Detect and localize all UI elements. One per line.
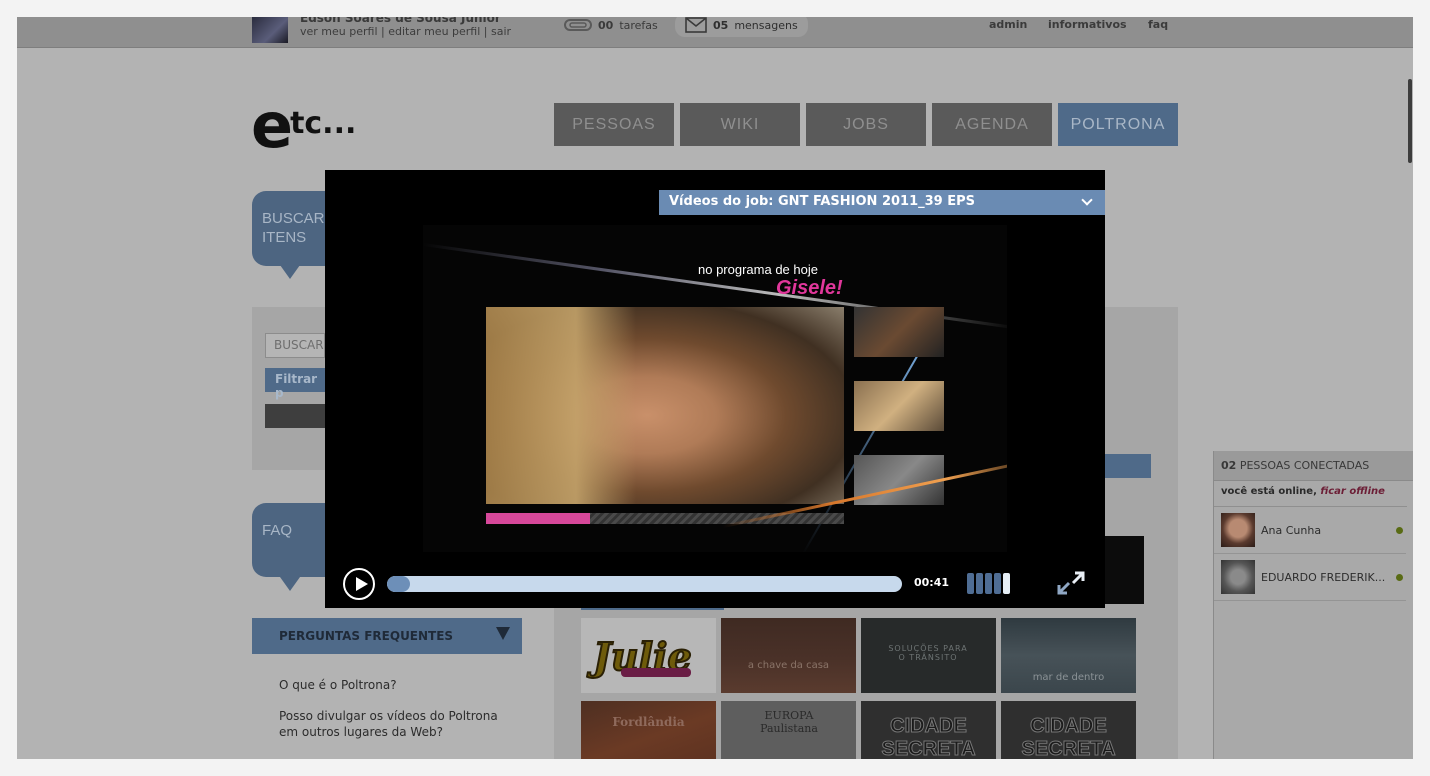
online-count: 02 <box>1221 459 1237 472</box>
top-link-faq[interactable]: faq <box>1148 18 1168 31</box>
player-controls: 00:41 <box>325 565 1105 601</box>
video-thumbnail[interactable]: a chave da casa <box>721 618 856 693</box>
video-thumbnail[interactable]: Fordlândia <box>581 701 716 759</box>
tasks-label: tarefas <box>619 18 658 32</box>
julie-logo: Julie <box>586 633 693 680</box>
thumbnail-label: mar de dentro <box>1032 672 1105 683</box>
video-thumbnail[interactable]: Julie <box>581 618 716 693</box>
user-links[interactable]: ver meu perfil | editar meu perfil | sai… <box>300 25 511 38</box>
site-logo[interactable]: etc... <box>251 95 356 157</box>
online-person[interactable]: EDUARDO FREDERIK... <box>1214 554 1406 601</box>
video-inner-progress-fill <box>486 513 590 524</box>
search-bubble-tail <box>280 265 300 279</box>
online-label: PESSOAS CONECTADAS <box>1239 459 1370 472</box>
faq-header[interactable]: PERGUNTAS FREQUENTES <box>252 618 522 654</box>
search-submit-bar[interactable] <box>265 404 325 428</box>
search-bubble: BUSCAR ITENS <box>252 191 332 266</box>
search-input[interactable]: BUSCAR <box>265 333 325 358</box>
nav-poltrona[interactable]: POLTRONA <box>1058 103 1178 146</box>
paperclip-icon <box>564 19 592 31</box>
search-bubble-line1: BUSCAR <box>262 210 325 227</box>
tasks-counter[interactable]: 00 tarefas <box>564 18 658 32</box>
video-thumbnail[interactable]: EUROPA Paulistana <box>721 701 856 759</box>
online-dot-icon <box>1396 574 1403 581</box>
search-bubble-line2: ITENS <box>262 229 307 246</box>
video-thumbnail[interactable]: CIDADE SECRETA <box>1001 701 1136 759</box>
thumbnail-label: EUROPA Paulistana <box>760 709 818 735</box>
thumbnail-label: CIDADE SECRETA <box>881 715 976 760</box>
logo-letter-e: e <box>251 89 293 162</box>
avatar <box>1221 560 1255 594</box>
user-avatar[interactable] <box>252 17 288 43</box>
triangle-down-icon[interactable] <box>496 627 510 640</box>
person-name: EDUARDO FREDERIK... <box>1261 570 1386 584</box>
faq-item[interactable]: O que é o Poltrona? <box>279 677 499 693</box>
thumbnail-label: a chave da casa <box>747 660 830 671</box>
avatar <box>1221 513 1255 547</box>
faq-item[interactable]: Posso divulgar os vídeos do Poltrona em … <box>279 708 499 740</box>
browser-viewport: Edson Soares de Sousa Junior ver meu per… <box>17 17 1413 759</box>
seek-bar[interactable] <box>387 576 902 592</box>
video-main-image-detail <box>486 307 636 504</box>
volume-bar[interactable] <box>1003 573 1010 594</box>
video-thumbnail[interactable]: SOLUÇÕES PARA O TRÂNSITO <box>861 618 996 693</box>
video-thumbnail[interactable]: mar de dentro <box>1001 618 1136 693</box>
messages-count: 05 <box>713 18 729 32</box>
video-inner-progress <box>486 513 844 524</box>
filter-bar[interactable]: Filtrar p <box>265 368 325 400</box>
video-list-title: Vídeos do job: GNT FASHION 2011_39 EPS <box>669 194 976 209</box>
top-link-admin[interactable]: admin <box>989 18 1027 31</box>
nav-pessoas[interactable]: PESSOAS <box>554 103 674 146</box>
video-inset-thumbnail <box>854 381 944 431</box>
thumbnail-label: Fordlândia <box>612 715 685 729</box>
chevron-down-icon[interactable] <box>1081 194 1093 206</box>
messages-label: mensagens <box>734 18 798 32</box>
volume-bar[interactable] <box>976 573 983 594</box>
person-name: Ana Cunha <box>1261 523 1322 537</box>
play-button[interactable] <box>343 568 375 600</box>
online-status-text: você está online, <box>1221 486 1317 497</box>
online-panel: 02 PESSOAS CONECTADAS você está online, … <box>1213 451 1413 759</box>
envelope-icon <box>685 17 707 33</box>
online-dot-icon <box>1396 527 1403 534</box>
video-frame[interactable]: no programa de hoje Gisele! <box>423 225 1007 552</box>
thumbnail-label: SOLUÇÕES PARA O TRÂNSITO <box>888 644 968 662</box>
volume-bar[interactable] <box>994 573 1001 594</box>
online-person[interactable]: Ana Cunha <box>1214 507 1406 554</box>
faq-bubble: FAQ <box>252 503 332 577</box>
video-thumbnail[interactable]: CIDADE SECRETA <box>861 701 996 759</box>
video-inset-thumbnail <box>854 307 944 357</box>
video-player-modal: Vídeos do job: GNT FASHION 2011_39 EPS n… <box>325 170 1105 608</box>
nav-jobs[interactable]: JOBS <box>806 103 926 146</box>
nav-wiki[interactable]: WIKI <box>680 103 800 146</box>
page-scrollbar[interactable] <box>1408 79 1412 163</box>
volume-bar[interactable] <box>967 573 974 594</box>
messages-counter[interactable]: 05 mensagens <box>675 17 808 37</box>
nav-agenda[interactable]: AGENDA <box>932 103 1052 146</box>
video-overlay-line1: no programa de hoje <box>698 262 818 277</box>
top-bar: Edson Soares de Sousa Junior ver meu per… <box>17 17 1413 48</box>
user-name: Edson Soares de Sousa Junior <box>300 17 501 25</box>
thumbnail-label: CIDADE SECRETA <box>1021 715 1116 760</box>
time-display: 00:41 <box>914 576 950 589</box>
tasks-count: 00 <box>598 18 614 32</box>
faq-header-label: PERGUNTAS FREQUENTES <box>279 629 454 643</box>
go-offline-link[interactable]: ficar offline <box>1320 486 1385 497</box>
video-overlay-line2: Gisele! <box>776 277 843 299</box>
logo-letters: tc... <box>290 106 357 141</box>
online-status: você está online, ficar offline <box>1214 481 1407 507</box>
volume-bar[interactable] <box>985 573 992 594</box>
online-header[interactable]: 02 PESSOAS CONECTADAS <box>1214 451 1413 481</box>
video-list-dropdown[interactable]: Vídeos do job: GNT FASHION 2011_39 EPS <box>659 190 1105 215</box>
seek-bar-fill <box>387 576 411 592</box>
faq-bubble-tail <box>280 577 300 591</box>
top-link-informativos[interactable]: informativos <box>1048 18 1127 31</box>
fullscreen-icon[interactable] <box>1055 571 1087 595</box>
